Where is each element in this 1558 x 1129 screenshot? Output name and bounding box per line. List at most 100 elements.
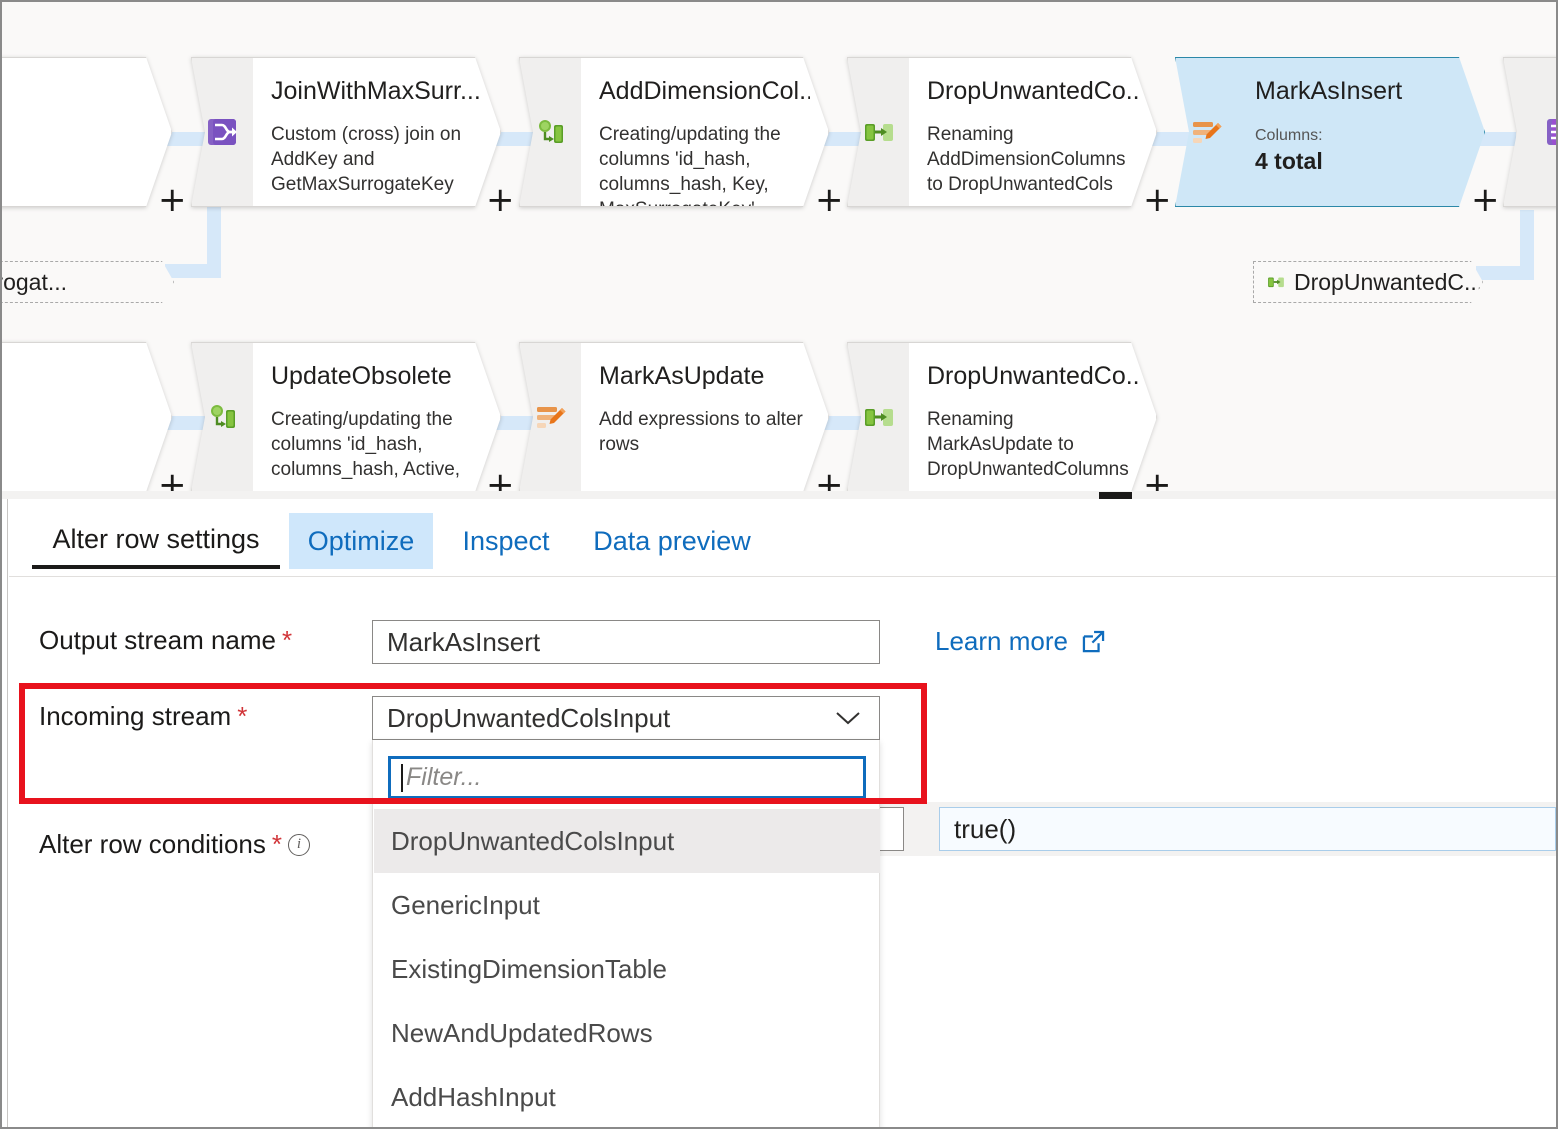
tab-data-preview[interactable]: Data preview	[579, 513, 765, 569]
option-label: ExistingDimensionTable	[391, 953, 668, 984]
join-icon-glyph	[207, 119, 237, 145]
dropdown-option-dropunwantedcolsinput[interactable]: DropUnwantedColsInput	[374, 809, 880, 873]
add-node-button[interactable]: +	[158, 183, 187, 217]
add-node-button[interactable]: +	[1143, 183, 1172, 217]
node-title: DropUnwantedCo...	[927, 77, 1138, 105]
dropdown-option-addhashinput[interactable]: AddHashInput	[374, 1065, 880, 1127]
filter-placeholder: Filter...	[406, 763, 482, 791]
node-columns-label: Columns:	[1255, 127, 1323, 144]
dataflow-canvas[interactable]: ey new key Key from 1 + JoinWithMaxSurr.…	[2, 2, 1556, 499]
node-description: Creating/updating the columns 'id_hash, …	[271, 409, 461, 480]
tab-alter-row-settings[interactable]: Alter row settings	[32, 513, 280, 569]
external-link-icon	[1082, 630, 1105, 653]
ghost-ref-dropunwantedcols[interactable]: DropUnwantedC...	[1253, 261, 1483, 303]
label-text: Alter row conditions	[39, 829, 266, 859]
tab-label: Alter row settings	[52, 523, 260, 554]
panel-tabbar: Alter row settings Optimize Inspect Data…	[9, 499, 1556, 577]
node-description: Renaming MarkAsUpdate to DropUnwantedCol…	[927, 409, 1129, 480]
select-icon	[847, 342, 909, 492]
node-title: orUpdatedV...	[2, 361, 153, 391]
node-lookupforupdatedversions[interactable]: orUpdatedV... g rows from ed which are g…	[2, 342, 172, 492]
tab-label: Optimize	[307, 525, 415, 556]
node-description: g rows from ed which are g in undefined	[2, 407, 153, 482]
canvas-horizontal-scrollbar-track[interactable]	[2, 491, 1556, 499]
node-dropunwantedcolumns-1[interactable]: DropUnwantedCo... Renaming AddDimensionC…	[847, 57, 1157, 207]
select-icon	[847, 57, 909, 207]
node-description: new key Key from 1	[2, 122, 153, 172]
incoming-stream-select[interactable]: DropUnwantedColsInput	[372, 696, 880, 740]
chevron-down-icon	[836, 712, 860, 725]
dropdown-option-genericinput[interactable]: GenericInput	[374, 873, 880, 937]
connector	[165, 264, 221, 278]
select-icon-glyph	[864, 124, 893, 141]
node-title: MarkAsInsert	[1255, 77, 1403, 105]
alter-row-icon-glyph	[536, 407, 565, 428]
add-node-button[interactable]: +	[1471, 183, 1500, 217]
node-dropunwantedcolumns-2[interactable]: DropUnwantedCo... Renaming MarkAsUpdate …	[847, 342, 1157, 492]
connector	[1476, 266, 1534, 280]
node-description: Add expressions to alter rows	[599, 409, 803, 455]
add-node-button[interactable]: +	[486, 183, 515, 217]
option-label: NewAndUpdatedRows	[391, 1017, 653, 1048]
derived-column-icon-glyph	[210, 405, 235, 428]
input-value: MarkAsInsert	[387, 626, 541, 657]
learn-more-label: Learn more	[935, 626, 1068, 656]
required-marker: *	[282, 625, 293, 655]
tab-label: Inspect	[462, 525, 550, 556]
add-node-button[interactable]: +	[815, 183, 844, 217]
output-stream-name-input[interactable]: MarkAsInsert	[372, 620, 880, 664]
node-union[interactable]	[1503, 57, 1556, 207]
node-adddimensioncolumns[interactable]: AddDimensionCol... Creating/updating the…	[519, 57, 829, 207]
incoming-stream-label: Incoming stream *	[39, 701, 247, 732]
node-markasupdate[interactable]: MarkAsUpdate Add expressions to alter ro…	[519, 342, 829, 492]
info-icon[interactable]: i	[288, 833, 311, 856]
learn-more-link[interactable]: Learn more	[935, 626, 1107, 657]
node-description: Creating/updating the columns 'id_hash, …	[599, 124, 781, 195]
output-stream-name-label: Output stream name *	[39, 625, 292, 656]
alter-row-icon	[519, 342, 581, 492]
derived-column-icon	[519, 57, 581, 207]
node-title: JoinWithMaxSurr...	[271, 77, 481, 105]
derived-column-icon-glyph	[538, 120, 563, 143]
node-columns-value: 4 total	[1255, 148, 1323, 174]
node-markasinsert[interactable]: MarkAsInsert Columns: 4 total	[1175, 57, 1485, 207]
dropdown-filter-input[interactable]: Filter...	[388, 756, 866, 799]
ghost-ref-label: etMaxSurrogat...	[2, 268, 68, 295]
node-joinwithmaxsurrogatekey[interactable]: JoinWithMaxSurr... Custom (cross) join o…	[191, 57, 501, 207]
label-text: Output stream name	[39, 625, 276, 655]
canvas-horizontal-scrollbar-thumb[interactable]	[1099, 492, 1132, 499]
screenshot-root: ey new key Key from 1 + JoinWithMaxSurr.…	[0, 0, 1558, 1129]
tab-label: Data preview	[593, 525, 751, 556]
node-description: Custom (cross) join on AddKey and GetMax…	[271, 124, 462, 195]
select-icon-glyph	[864, 409, 893, 426]
text-caret	[401, 763, 403, 792]
node-title: DropUnwantedCo...	[927, 362, 1138, 390]
node-title: MarkAsUpdate	[599, 362, 765, 390]
node-title: UpdateObsolete	[271, 362, 452, 390]
option-label: GenericInput	[391, 889, 540, 920]
select-icon-glyph	[1266, 273, 1286, 291]
option-label: AddHashInput	[391, 1081, 556, 1112]
node-description: Renaming AddDimensionColumns to DropUnwa…	[927, 124, 1126, 195]
tab-inspect[interactable]: Inspect	[449, 513, 563, 569]
tab-optimize[interactable]: Optimize	[289, 513, 433, 569]
label-text: Incoming stream	[39, 701, 232, 731]
required-marker: *	[237, 701, 248, 731]
alter-row-icon	[1175, 57, 1237, 207]
ghost-ref-label: DropUnwantedC...	[1294, 268, 1484, 295]
panel-vertical-scrollbar[interactable]	[2, 499, 8, 1127]
required-marker: *	[271, 829, 283, 859]
dropdown-option-newandupdatedrows[interactable]: NewAndUpdatedRows	[374, 1001, 880, 1065]
node-title: AddDimensionCol...	[599, 77, 810, 105]
node-addkey[interactable]: ey new key Key from 1	[2, 57, 172, 207]
alter-row-conditions-label: Alter row conditions * i	[39, 829, 311, 860]
incoming-stream-value: DropUnwantedColsInput	[387, 702, 671, 733]
node-updateobsolete[interactable]: UpdateObsolete Creating/updating the col…	[191, 342, 501, 492]
incoming-stream-dropdown-flyout[interactable]: Filter... DropUnwantedColsInput GenericI…	[372, 740, 880, 1127]
expression-value: true()	[954, 813, 1017, 844]
ghost-ref-getmaxsurrogatekey[interactable]: etMaxSurrogat...	[2, 261, 174, 303]
dropdown-option-existingdimensiontable[interactable]: ExistingDimensionTable	[374, 937, 880, 1001]
node-title: ey	[2, 76, 153, 106]
join-icon	[191, 57, 253, 207]
condition-expression-input[interactable]: true()	[939, 807, 1556, 851]
